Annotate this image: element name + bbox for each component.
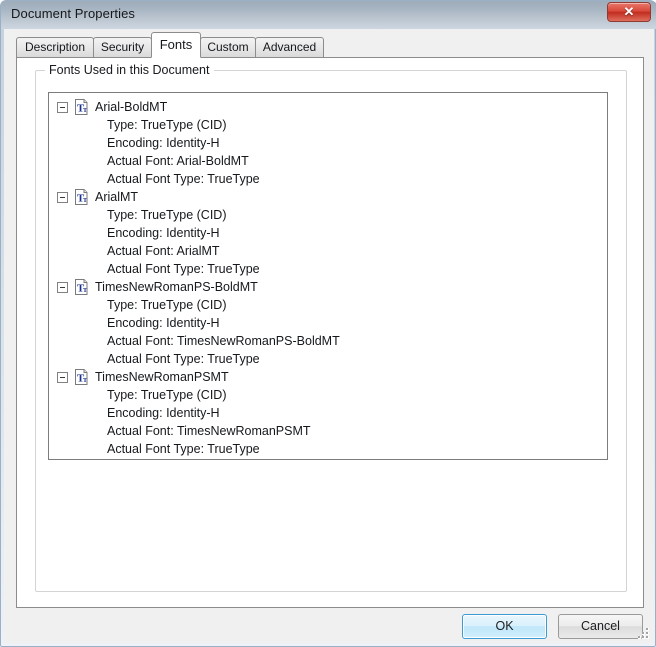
resize-grip-dot [638,636,641,639]
dialog-body: Description Security Fonts Custom Advanced F… [4,29,654,643]
fonts-group-box: Fonts Used in this Document T T Arial-Bold… [35,63,627,592]
font-name-label: ArialMT [95,190,139,204]
resize-grip-dot [642,632,645,635]
tab-advanced[interactable]: Advanced [255,37,324,58]
truetype-font-icon: TT [74,369,89,385]
fonts-group-box-label: Fonts Used in this Document [45,63,214,77]
collapse-minus-icon[interactable] [57,281,68,293]
font-detail-row: Actual Font: TimesNewRomanPS-BoldMT [107,334,340,348]
svg-text:T: T [83,197,88,204]
tab-panel-fonts: Fonts Used in this Document T T Arial-Bold… [16,57,644,608]
truetype-font-icon: TT [74,99,89,115]
font-detail-row: Actual Font Type: TrueType [107,262,260,276]
collapse-minus-icon[interactable] [57,371,68,383]
font-detail-row: Type: TrueType (CID) [107,298,227,312]
resize-grip-dot [646,636,649,639]
close-button[interactable]: ✕ [607,2,651,22]
dialog-footer: OK Cancel [5,608,655,644]
truetype-font-icon: TT [74,279,89,295]
title-bar[interactable]: Document Properties ✕ [1,1,656,29]
font-detail-row: Actual Font Type: TrueType [107,352,260,366]
collapse-minus-icon[interactable] [57,191,68,203]
tab-strip: Description Security Fonts Custom Advanced [16,32,644,58]
font-detail-row: Actual Font: TimesNewRomanPSMT [107,424,311,438]
font-detail-row: Actual Font Type: TrueType [107,172,260,186]
font-detail-row: Encoding: Identity-H [107,406,220,420]
ok-button[interactable]: OK [462,614,547,639]
font-detail-row: Encoding: Identity-H [107,316,220,330]
resize-grip-dot [646,628,649,631]
cancel-button[interactable]: Cancel [558,614,643,639]
font-detail-row: Encoding: Identity-H [107,136,220,150]
font-tree-item[interactable]: T T ArialMT [49,188,607,206]
font-detail-row: Actual Font: ArialMT [107,244,220,258]
font-tree-node: T T TimesNewRomanPS-BoldMT Type: TrueType (… [49,278,607,368]
tab-fonts[interactable]: Fonts [151,32,201,58]
font-tree-item[interactable]: T T TimesNewRomanPSMT [49,368,607,386]
font-name-label: TimesNewRomanPS-BoldMT [95,280,258,294]
resize-grip-dot [642,636,645,639]
font-detail-row: Type: TrueType (CID) [107,388,227,402]
window-title: Document Properties [11,6,136,21]
font-detail-row: Actual Font Type: TrueType [107,442,260,456]
collapse-minus-icon[interactable] [57,101,68,113]
font-tree-node: T T TimesNewRomanPSMT Type: TrueType (CID) E… [49,368,607,458]
tab-description[interactable]: Description [16,37,94,58]
document-properties-window: Document Properties ✕ Description Securit… [0,0,656,647]
tab-custom[interactable]: Custom [200,37,256,58]
font-list-content: T T Arial-BoldMT Type: TrueType (CID) Encodi… [49,93,607,458]
tab-security[interactable]: Security [93,37,152,58]
font-tree-node: T T Arial-BoldMT Type: TrueType (CID) Encodi… [49,98,607,188]
svg-text:T: T [83,107,88,114]
svg-text:T: T [83,287,88,294]
resize-grip-dot [646,632,649,635]
font-list[interactable]: T T Arial-BoldMT Type: TrueType (CID) Encodi… [48,92,608,460]
font-detail-row: Actual Font: Arial-BoldMT [107,154,249,168]
font-name-label: Arial-BoldMT [95,100,168,114]
font-name-label: TimesNewRomanPSMT [95,370,229,384]
svg-text:T: T [83,377,88,384]
truetype-font-icon: TT [74,189,89,205]
font-tree-item[interactable]: T T Arial-BoldMT [49,98,607,116]
font-tree-node: T T ArialMT Type: TrueType (CID) Encoding: I… [49,188,607,278]
font-detail-row: Encoding: Identity-H [107,226,220,240]
font-tree-item[interactable]: T T TimesNewRomanPS-BoldMT [49,278,607,296]
font-detail-row: Type: TrueType (CID) [107,208,227,222]
font-detail-row: Type: TrueType (CID) [107,118,227,132]
close-icon: ✕ [623,4,635,19]
resize-grip[interactable] [638,628,651,641]
